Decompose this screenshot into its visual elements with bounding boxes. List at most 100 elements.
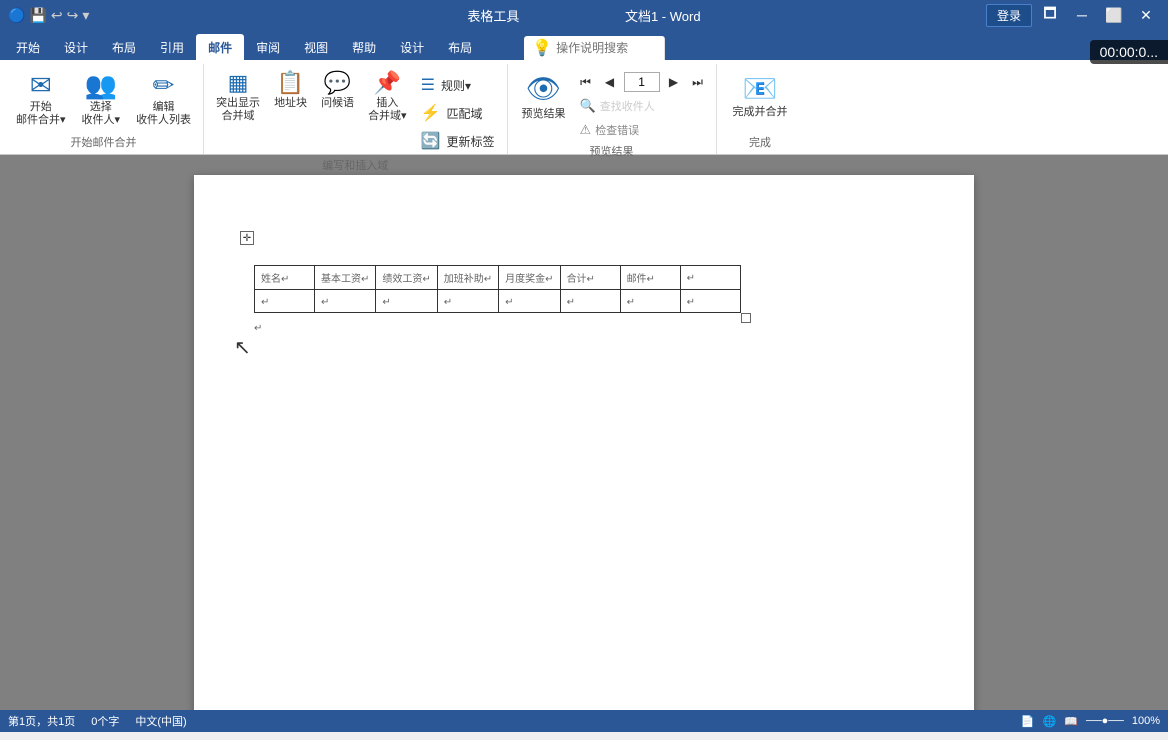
view-mode-print[interactable]: 📄 [1021,715,1035,728]
quick-access-dropdown[interactable]: ▾ [82,7,89,24]
tab-layout-table[interactable]: 布局 [436,34,484,60]
highlight-merge-label: 突出显示合并域 [216,97,260,123]
address-block-button[interactable]: 📋 地址块 [268,68,313,127]
window-minimize[interactable]: ─ [1068,5,1096,25]
zoom-level: 100% [1132,715,1160,727]
address-block-icon: 📋 [277,72,304,94]
nav-page-input[interactable] [624,72,660,92]
data-bonus-cell: ↵ [499,290,560,313]
edit-recipients-button[interactable]: ✏ 编辑 收件人列表 [130,68,197,131]
find-recipient-icon: 🔍 [580,98,596,114]
table-move-handle[interactable]: ✛ [240,231,254,245]
window-close[interactable]: ✕ [1132,5,1160,25]
preview-results-icon: 👁 [526,72,562,105]
edit-recipients-icon: ✏ [153,72,175,98]
quick-access-redo[interactable]: ↪ [67,7,79,24]
title-bar: 🔵 💾 ↩ ↪ ▾ 表格工具 文档1 - Word 登录 🗖 ─ ⬜ ✕ [0,0,1168,30]
insert-field-label: 插入合并域▾ [368,97,407,123]
tab-review[interactable]: 审阅 [244,34,292,60]
group-finish: 📧 完成并合并 完成 [717,64,804,154]
preview-results-button[interactable]: 👁 预览结果 [516,68,572,125]
zoom-slider[interactable]: ──●── [1086,715,1124,727]
tab-design-table[interactable]: 设计 [388,34,436,60]
status-bar: 第1页，共1页 0个字 中文(中国) 📄 🌐 📖 ──●── 100% [0,710,1168,732]
greeting-line-icon: 💬 [324,72,351,94]
tab-home[interactable]: 开始 [4,34,52,60]
col-bonus: 月度奖金↵ [499,266,560,290]
tab-mailings[interactable]: 邮件 [196,34,244,60]
start-merge-button[interactable]: ✉ 开始 邮件合并▾ [10,68,72,131]
login-button[interactable]: 登录 [986,4,1032,27]
document-table[interactable]: 姓名↵ 基本工资↵ 绩效工资↵ 加班补助↵ 月度奖金↵ 合计↵ 邮件↵ ↵ ↵ … [254,265,741,313]
table-container: ✛ 姓名↵ 基本工资↵ 绩效工资↵ 加班补助↵ 月度奖金↵ 合计↵ 邮件↵ ↵ … [254,245,741,313]
group-finish-label: 完成 [723,131,798,154]
view-mode-web[interactable]: 🌐 [1043,715,1057,728]
insert-field-button[interactable]: 📌 插入合并域▾ [362,68,413,127]
preview-nav-column: ⏮ ◀ ▶ ⏭ 🔍 查找收件人 ⚠ 检查错误 [576,68,708,140]
window-ribbon-toggle[interactable]: 🗖 [1036,5,1064,25]
title-bar-left: 🔵 💾 ↩ ↪ ▾ [8,7,89,24]
group-write-insert: ▦ 突出显示合并域 📋 地址块 💬 问候语 📌 插入合并域▾ [204,64,507,154]
data-name-cell: ↵ [255,290,315,313]
update-labels-icon: 🔄 [421,131,441,151]
highlight-merge-button[interactable]: ▦ 突出显示合并域 [210,68,266,127]
tab-references[interactable]: 引用 [148,34,196,60]
match-fields-icon: ⚡ [421,103,441,123]
col-base-salary: 基本工资↵ [315,266,376,290]
preview-results-label: 预览结果 [522,105,566,121]
page-info: 第1页，共1页 [8,713,75,729]
document-area[interactable]: ✛ 姓名↵ 基本工资↵ 绩效工资↵ 加班补助↵ 月度奖金↵ 合计↵ 邮件↵ ↵ … [0,155,1168,710]
word-icon: 🔵 [8,7,25,24]
data-total-cell: ↵ [560,290,620,313]
select-recipients-button[interactable]: 👥 选择 收件人▾ [76,68,127,131]
select-recipients-icon: 👥 [85,72,117,98]
group-write-insert-content: ▦ 突出显示合并域 📋 地址块 💬 问候语 📌 插入合并域▾ [210,64,500,154]
ribbon-toolbar: ✉ 开始 邮件合并▾ 👥 选择 收件人▾ ✏ 编辑 [0,60,1168,155]
subtitle-label: 表格工具 [467,6,519,25]
status-bar-right: 📄 🌐 📖 ──●── 100% [1021,715,1160,728]
document-page[interactable]: ✛ 姓名↵ 基本工资↵ 绩效工资↵ 加班补助↵ 月度奖金↵ 合计↵ 邮件↵ ↵ … [194,175,974,710]
nav-prev-button[interactable]: ◀ [600,72,620,92]
nav-next-button[interactable]: ▶ [664,72,684,92]
group-finish-content: 📧 完成并合并 [723,64,798,131]
data-base-salary-cell: ↵ [315,290,376,313]
window-restore[interactable]: ⬜ [1100,5,1128,25]
tab-view[interactable]: 视图 [292,34,340,60]
quick-access-save[interactable]: 💾 [29,7,46,24]
title-bar-right: 登录 🗖 ─ ⬜ ✕ [986,4,1160,27]
check-errors-button[interactable]: ⚠ 检查错误 [576,120,708,140]
col-email: 邮件↵ [620,266,680,290]
group-preview: 👁 预览结果 ⏮ ◀ ▶ ⏭ 🔍 查找收件人 ⚠ 检查错误 [508,64,717,154]
view-mode-read[interactable]: 📖 [1064,715,1078,728]
col-overtime: 加班补助↵ [437,266,498,290]
tab-layout-doc[interactable]: 布局 [100,34,148,60]
finish-merge-icon: 📧 [743,72,778,105]
rules-button[interactable]: ☰ 规则▾ [415,72,501,98]
group-write-insert-label: 编写和插入域 [210,154,500,177]
start-merge-icon: ✉ [30,72,52,98]
data-performance-cell: ↵ [376,290,437,313]
update-labels-button[interactable]: 🔄 更新标签 [415,128,501,154]
data-email-cell: ↵ [620,290,680,313]
nav-first-button[interactable]: ⏮ [576,72,596,92]
search-input[interactable] [556,41,656,55]
write-insert-right: ☰ 规则▾ ⚡ 匹配域 🔄 更新标签 [415,68,501,154]
title-bar-center: 表格工具 文档1 - Word [467,6,700,25]
finish-merge-button[interactable]: 📧 完成并合并 [723,68,798,123]
group-start-merge-content: ✉ 开始 邮件合并▾ 👥 选择 收件人▾ ✏ 编辑 [10,64,197,131]
tab-design-doc[interactable]: 设计 [52,34,100,60]
table-data-row: ↵ ↵ ↵ ↵ ↵ ↵ ↵ ↵ [255,290,741,313]
quick-access-undo[interactable]: ↩ [51,7,63,24]
find-recipient-button[interactable]: 🔍 查找收件人 [576,96,708,116]
timer-value: 00:00:0... [1100,44,1158,60]
nav-last-button[interactable]: ⏭ [688,72,708,92]
match-fields-button[interactable]: ⚡ 匹配域 [415,100,501,126]
search-bar: 💡 [524,36,665,60]
greeting-line-button[interactable]: 💬 问候语 [315,68,360,127]
greeting-line-label: 问候语 [321,97,354,110]
select-recipients-label: 选择 收件人▾ [82,101,121,127]
tab-help[interactable]: 帮助 [340,34,388,60]
table-resize-handle[interactable] [741,313,751,323]
check-errors-icon: ⚠ [580,122,592,138]
post-table-paragraph: ↵ [254,320,914,334]
